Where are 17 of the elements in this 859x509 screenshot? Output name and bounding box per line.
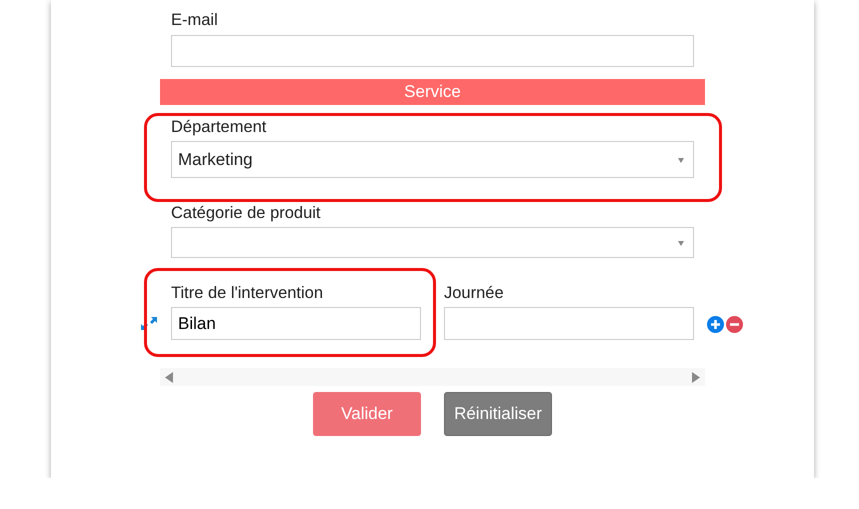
reset-button[interactable]: Réinitialiser xyxy=(444,392,552,436)
scroll-left-icon[interactable] xyxy=(165,372,173,382)
input-field[interactable] xyxy=(444,307,694,340)
input-field[interactable]: Bilan xyxy=(171,307,421,340)
dropdown[interactable]: Marketing xyxy=(171,141,694,178)
scroll-right-icon[interactable] xyxy=(692,372,700,382)
field-label: Catégorie de produit xyxy=(171,203,321,224)
field-label: Journée xyxy=(444,283,504,304)
add-icon[interactable] xyxy=(707,316,724,333)
section-header: Service xyxy=(160,79,705,105)
expand-icon[interactable] xyxy=(140,315,158,332)
field-label: Titre de l'intervention xyxy=(171,283,324,304)
remove-icon[interactable] xyxy=(726,316,743,333)
field-label: E-mail xyxy=(171,10,218,31)
input-field[interactable] xyxy=(171,35,694,67)
horizontal-scrollbar[interactable] xyxy=(160,368,705,386)
field-label: Département xyxy=(171,117,266,138)
